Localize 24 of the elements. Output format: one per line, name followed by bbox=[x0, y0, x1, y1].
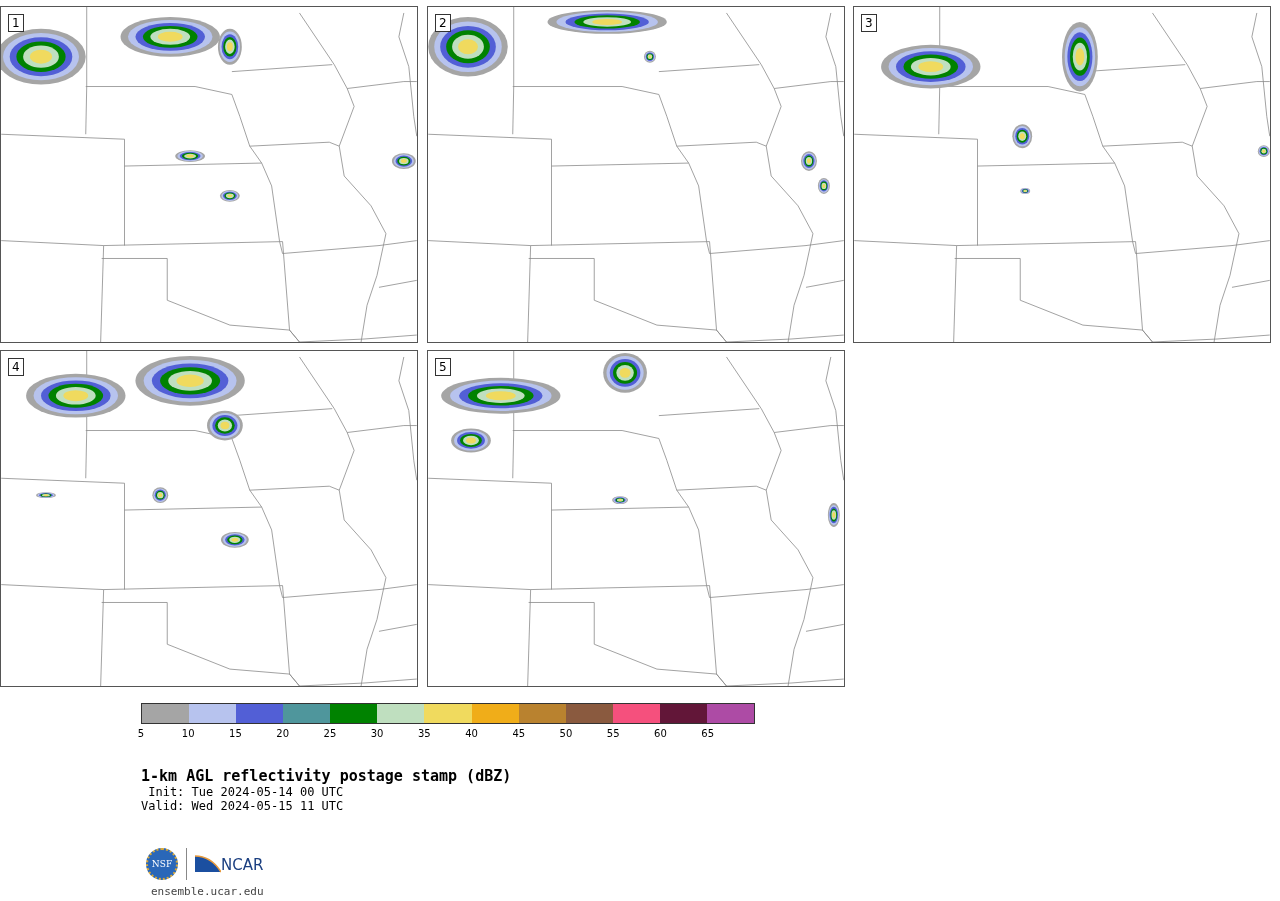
ncar-logo: NCAR bbox=[195, 854, 264, 874]
panel-number: 2 bbox=[435, 14, 451, 32]
chart-title: 1-km AGL reflectivity postage stamp (dBZ) bbox=[141, 767, 513, 785]
site-url[interactable]: ensemble.ucar.edu bbox=[151, 885, 1280, 898]
panel-number: 5 bbox=[435, 358, 451, 376]
tick-label: 50 bbox=[558, 728, 574, 739]
nsf-logo: NSF bbox=[146, 848, 178, 880]
tick-label: 55 bbox=[605, 728, 621, 739]
panel-number: 4 bbox=[8, 358, 24, 376]
tick-label: 25 bbox=[322, 728, 338, 739]
init-time: Init: Tue 2024-05-14 00 UTC bbox=[147, 785, 345, 799]
panel-number: 3 bbox=[861, 14, 877, 32]
tick-label: 30 bbox=[369, 728, 385, 739]
tick-label: 60 bbox=[653, 728, 668, 739]
tick-label: 35 bbox=[416, 728, 432, 739]
valid-time: Valid: Wed 2024-05-15 11 UTC bbox=[141, 799, 345, 813]
tick-label: 5 bbox=[136, 728, 146, 739]
panel-number: 1 bbox=[8, 14, 24, 32]
tick-label: 65 bbox=[700, 728, 715, 739]
tick-label: 40 bbox=[464, 728, 479, 739]
tick-label: 15 bbox=[228, 728, 243, 739]
tick-label: 20 bbox=[275, 728, 291, 739]
tick-label: 45 bbox=[511, 728, 527, 739]
tick-label: 10 bbox=[180, 728, 196, 739]
